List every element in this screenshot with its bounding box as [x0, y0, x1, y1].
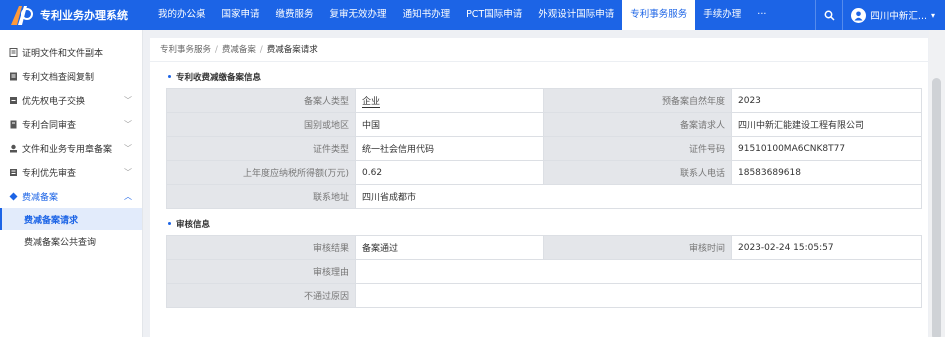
sidebar-item[interactable]: 专利合同审查 ﹀ [0, 112, 142, 136]
nav-item[interactable]: PCT国际申请 [458, 0, 530, 30]
logo-icon [11, 6, 33, 25]
sidebar-item[interactable]: 文件和业务专用章备案 ﹀ [0, 136, 142, 160]
chevron-down-icon: ﹀ [124, 96, 132, 105]
table-row: 上年度应纳税所得额(万元) 0.62 联系人电话 18583689618 [166, 160, 922, 185]
document-icon [8, 71, 18, 81]
sidebar-item-label: 优先权电子交换 [22, 96, 86, 107]
nav-item[interactable]: 复审无效办理 [322, 0, 395, 30]
chevron-down-icon: ﹀ [124, 120, 132, 129]
field-value: 0.62 [355, 160, 544, 185]
nav-item[interactable]: 我的办公桌 [150, 0, 214, 30]
field-label: 预备案自然年度 [543, 88, 732, 113]
main-content: 专利事务服务 / 费减备案 / 费减备案请求 专利收费减缴备案信息 备案人类型企… [150, 38, 928, 337]
nav-item[interactable]: 通知书办理 [395, 0, 459, 30]
sidebar-item[interactable]: 优先权电子交换 ﹀ [0, 88, 142, 112]
sidebar-item-label: 专利合同审查 [22, 120, 77, 131]
user-icon [851, 7, 867, 23]
field-value: 统一社会信用代码 [355, 136, 544, 161]
review-time-label: 审核时间 [543, 235, 732, 260]
breadcrumb-item[interactable]: 专利事务服务 [160, 38, 211, 61]
fee-reduction-icon [8, 191, 18, 201]
nav-item[interactable]: 缴费服务 [268, 0, 322, 30]
nav-more-button[interactable]: ··· [749, 0, 774, 30]
sidebar-item-label: 文件和业务专用章备案 [22, 144, 113, 155]
applicant-type-value: 企业 [362, 97, 381, 108]
field-label: 国别或地区 [166, 112, 356, 137]
breadcrumb: 专利事务服务 / 费减备案 / 费减备案请求 [150, 38, 928, 62]
field-value: 中国 [355, 112, 544, 137]
main-nav: 我的办公桌 国家申请 缴费服务 复审无效办理 通知书办理 PCT国际申请 外观设计国际申请专… [150, 0, 774, 30]
app-logo[interactable]: 专利业务办理系统 [0, 0, 150, 30]
table-row: 备案人类型 企业 预备案自然年度 2023 [166, 88, 922, 113]
field-label: 备案请求人 [543, 112, 732, 137]
review-result-value: 备案通过 [355, 235, 544, 260]
sidebar-item[interactable]: 证明文件和文件副本 [0, 40, 142, 64]
sidebar-item[interactable]: 费减备案 ︿ [0, 184, 142, 208]
field-label: 联系人电话 [543, 160, 732, 185]
field-value: 18583689618 [731, 160, 922, 185]
page-scrollbar[interactable] [929, 30, 945, 337]
sidebar: 证明文件和文件副本 专利文档查阅复制 优先权电子交换 ﹀ 专利合同审查 ﹀ 文件和业务专用章… [0, 30, 143, 337]
review-info-table: 审核结果 备案通过 审核时间 2023-02-24 15:05:57 审核理由 … [166, 235, 922, 308]
user-name: 四川中新汇... [870, 11, 927, 22]
field-value: 91510100MA6CNK8T77 [731, 136, 922, 161]
app-title: 专利业务办理系统 [40, 9, 128, 22]
nav-item[interactable]: 手续办理 [695, 0, 749, 30]
field-value: 企业 [355, 88, 544, 113]
search-button[interactable] [816, 0, 842, 30]
review-reason-value [355, 259, 922, 284]
sidebar-subitem[interactable]: 费减备案请求 [0, 208, 142, 230]
sidebar-item-label: 专利优先审查 [22, 168, 77, 179]
chevron-down-icon: ﹀ [124, 168, 132, 177]
chevron-down-icon: ▾ [930, 10, 935, 20]
field-label: 备案人类型 [166, 88, 356, 113]
sidebar-item[interactable]: 专利优先审查 ﹀ [0, 160, 142, 184]
sidebar-item-label: 费减备案 [22, 192, 59, 203]
exchange-icon [8, 95, 18, 105]
nav-item[interactable]: 专利事务服务 [622, 0, 696, 30]
field-value: 2023 [731, 88, 922, 113]
table-row: 国别或地区 中国 备案请求人 四川中新汇能建设工程有限公司 [166, 112, 922, 137]
top-navigation-bar: 专利业务办理系统 我的办公桌 国家申请 缴费服务 复审无效办理 通知书办理 PCT国际申请… [0, 0, 945, 30]
contract-icon [8, 119, 18, 129]
sidebar-item-label: 证明文件和文件副本 [22, 48, 104, 59]
sidebar-subitem[interactable]: 费减备案公共查询 [0, 230, 142, 252]
nav-item[interactable]: 外观设计国际申请 [530, 0, 622, 30]
sidebar-item[interactable]: 专利文档查阅复制 [0, 64, 142, 88]
breadcrumb-current: 费减备案请求 [266, 45, 318, 55]
fail-reason-label: 不通过原因 [166, 283, 356, 308]
priority-icon [8, 167, 18, 177]
search-icon [824, 10, 835, 21]
nav-item[interactable]: 国家申请 [214, 0, 268, 30]
review-time-value: 2023-02-24 15:05:57 [731, 235, 922, 260]
certificate-icon [8, 47, 18, 57]
review-reason-label: 审核理由 [166, 259, 356, 284]
sidebar-item-label: 专利文档查阅复制 [22, 72, 95, 83]
section-title-review-info: 审核信息 [150, 213, 928, 235]
user-menu[interactable]: 四川中新汇... ▾ [843, 7, 945, 23]
field-value: 四川中新汇能建设工程有限公司 [731, 112, 922, 137]
chevron-down-icon: ﹀ [124, 144, 132, 153]
section-title-fee-info: 专利收费减缴备案信息 [150, 66, 928, 88]
fail-reason-value [355, 283, 922, 308]
address-label: 联系地址 [166, 184, 356, 209]
field-label: 上年度应纳税所得额(万元) [166, 160, 356, 185]
field-label: 证件类型 [166, 136, 356, 161]
address-value: 四川省成都市 [355, 184, 922, 209]
seal-icon [8, 143, 18, 153]
field-label: 证件号码 [543, 136, 732, 161]
table-row: 证件类型 统一社会信用代码 证件号码 91510100MA6CNK8T77 [166, 136, 922, 161]
fee-info-table: 备案人类型 企业 预备案自然年度 2023 国别或地区 中国 备案请求人 四川中新汇能建设工程… [166, 88, 922, 209]
breadcrumb-item[interactable]: 费减备案 [222, 38, 256, 61]
review-result-label: 审核结果 [166, 235, 356, 260]
chevron-up-icon: ︿ [124, 192, 132, 201]
scrollbar-thumb[interactable] [932, 78, 941, 337]
